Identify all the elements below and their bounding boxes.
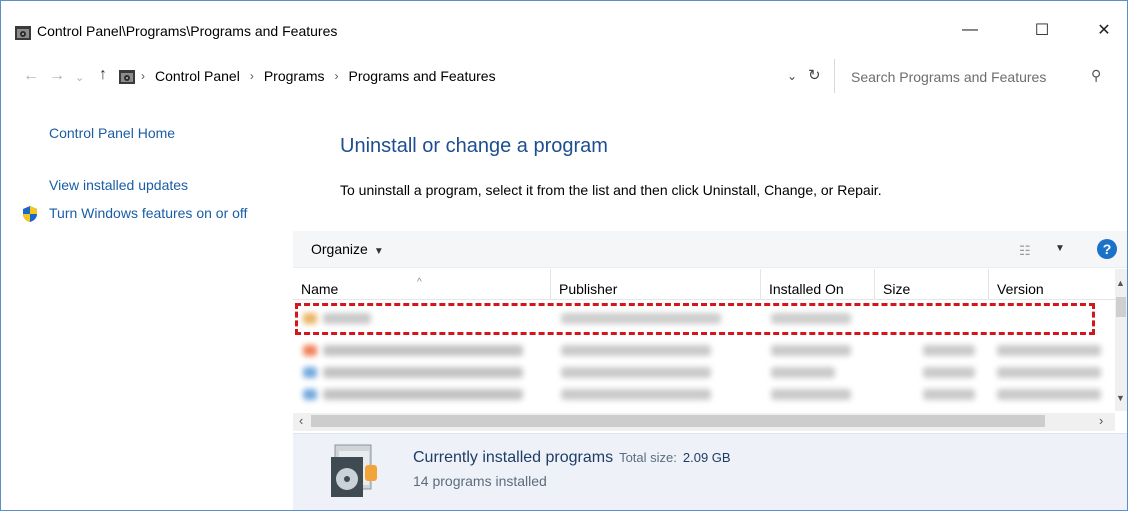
blurred-text (771, 367, 835, 378)
breadcrumb-separator: › (141, 69, 145, 83)
table-header: ^ Name Publisher Installed On Size Versio… (293, 269, 1115, 300)
table-row[interactable] (293, 361, 1115, 383)
back-arrow-icon[interactable]: ← (23, 67, 39, 85)
column-label: Name (301, 281, 339, 297)
control-panel-icon (15, 26, 31, 40)
blurred-text (771, 389, 851, 400)
breadcrumb-separator: › (249, 69, 254, 83)
program-icon (303, 345, 317, 356)
help-icon[interactable]: ? (1097, 239, 1117, 259)
minimize-button[interactable]: — (947, 15, 993, 45)
search-icon[interactable]: ⚲ (1091, 67, 1101, 84)
blurred-text (323, 389, 523, 400)
address-bar-row: ← → ⌄ ↑ › Control Panel › Programs › Pro… (1, 59, 1127, 95)
breadcrumb: › Control Panel › Programs › Programs an… (141, 68, 496, 84)
blurred-text (561, 345, 711, 356)
view-installed-updates-link[interactable]: View installed updates (49, 177, 188, 193)
horizontal-scroll-thumb[interactable] (311, 415, 1045, 427)
total-size-value: 2.09 GB (682, 450, 731, 465)
currently-installed-summary: Currently installed programs Total size: 2… (413, 449, 731, 467)
breadcrumb-separator: › (334, 69, 339, 83)
refresh-icon[interactable]: ↻ (808, 66, 821, 84)
blurred-text (997, 345, 1101, 356)
chevron-down-icon[interactable]: ▼ (1055, 243, 1065, 254)
forward-arrow-icon[interactable]: → (49, 67, 65, 85)
search-input[interactable] (849, 65, 1089, 89)
selection-highlight (295, 303, 1095, 335)
blurred-text (923, 389, 975, 400)
blurred-text (561, 367, 711, 378)
title-bar: Control Panel\Programs\Programs and Feat… (1, 1, 1127, 63)
sort-ascending-icon: ^ (417, 277, 422, 288)
blurred-text (923, 345, 975, 356)
close-button[interactable]: ✕ (1081, 15, 1127, 45)
blurred-text (771, 345, 851, 356)
address-dropdown-icon[interactable]: ⌄ (787, 69, 797, 83)
organize-button[interactable]: Organize ▼ (311, 241, 384, 257)
maximize-button[interactable]: ☐ (1019, 15, 1065, 45)
breadcrumb-control-panel[interactable]: Control Panel (155, 68, 240, 84)
column-label: Publisher (559, 281, 618, 297)
instructions-text: To uninstall a program, select it from t… (340, 182, 882, 198)
blurred-text (923, 367, 975, 378)
blurred-text (323, 367, 523, 378)
programs-and-features-window: Control Panel\Programs\Programs and Feat… (0, 0, 1128, 511)
column-header-publisher[interactable]: Publisher (551, 269, 761, 299)
vertical-scrollbar[interactable] (1115, 269, 1127, 411)
window-title: Control Panel\Programs\Programs and Feat… (37, 23, 338, 39)
scroll-left-icon[interactable]: ‹ (299, 413, 303, 428)
control-panel-home-link[interactable]: Control Panel Home (49, 125, 175, 141)
column-header-size[interactable]: Size (875, 269, 989, 299)
program-icon (303, 367, 317, 378)
chevron-down-icon: ▼ (373, 246, 384, 257)
details-pane (293, 433, 1127, 510)
table-row[interactable] (293, 339, 1115, 361)
scroll-right-icon[interactable]: › (1099, 413, 1103, 428)
breadcrumb-programs[interactable]: Programs (264, 68, 325, 84)
table-row[interactable] (293, 383, 1115, 405)
up-arrow-icon[interactable]: ↑ (99, 66, 107, 84)
column-header-installed-on[interactable]: Installed On (761, 269, 875, 299)
currently-installed-label: Currently installed programs (413, 449, 614, 466)
column-label: Version (997, 281, 1044, 297)
blurred-text (323, 345, 523, 356)
column-label: Installed On (769, 281, 844, 297)
control-panel-icon (119, 70, 135, 84)
recent-locations-icon[interactable]: ⌄ (75, 71, 84, 84)
column-label: Size (883, 281, 911, 297)
column-header-name[interactable]: ^ Name (293, 269, 551, 299)
breadcrumb-programs-and-features[interactable]: Programs and Features (349, 68, 496, 84)
vertical-scroll-thumb[interactable] (1116, 297, 1126, 317)
blurred-text (997, 367, 1101, 378)
view-options-icon[interactable]: ☷ (1019, 243, 1031, 259)
uac-shield-icon (23, 206, 37, 222)
blurred-text (997, 389, 1101, 400)
programs-disc-icon (331, 444, 377, 497)
search-box: ⚲ (834, 59, 1117, 93)
program-icon (303, 389, 317, 400)
scroll-down-icon[interactable]: ▼ (1116, 393, 1125, 403)
organize-label: Organize (311, 241, 368, 257)
program-count: 14 programs installed (413, 473, 547, 489)
page-title: Uninstall or change a program (340, 135, 608, 157)
turn-windows-features-link[interactable]: Turn Windows features on or off (49, 204, 269, 222)
column-header-version[interactable]: Version (989, 269, 1115, 299)
blurred-text (561, 389, 711, 400)
total-size-label: Total size: (619, 450, 677, 465)
scroll-up-icon[interactable]: ▲ (1116, 278, 1125, 288)
